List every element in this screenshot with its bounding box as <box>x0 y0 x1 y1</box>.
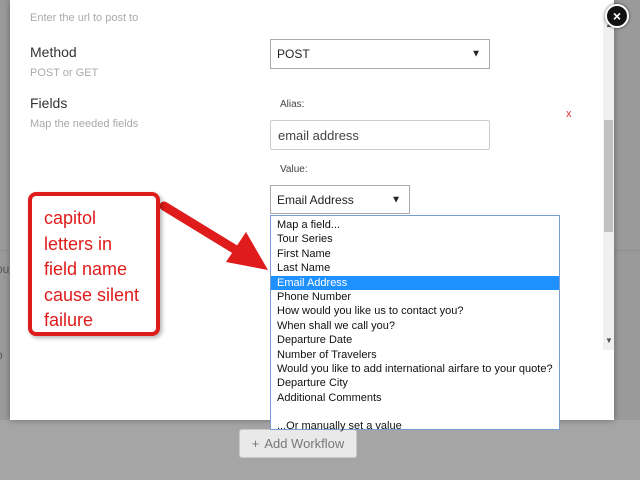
annotation-callout: capitol letters in field name cause sile… <box>28 192 160 336</box>
